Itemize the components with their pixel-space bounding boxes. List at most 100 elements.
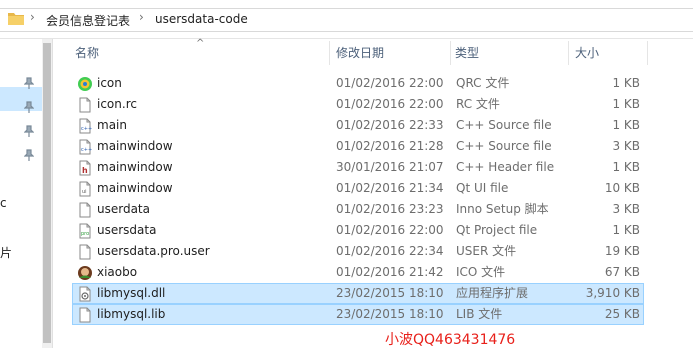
- file-row[interactable]: c++ mainwindow 01/02/2016 21:28 C++ Source …: [72, 136, 644, 157]
- ico-image-icon: [78, 266, 92, 280]
- generic-file-icon: [79, 202, 91, 218]
- svg-text:c++: c++: [81, 126, 92, 132]
- cpp-source-icon: c++: [79, 118, 92, 134]
- column-divider[interactable]: [647, 41, 648, 65]
- file-modified-date: 01/02/2016 22:00: [336, 76, 444, 90]
- nav-item-label[interactable]: 片: [0, 244, 12, 261]
- file-name: main: [97, 118, 127, 132]
- file-type: LIB 文件: [456, 307, 503, 321]
- generic-file-icon: [79, 244, 91, 260]
- qt-ui-icon: ui: [79, 181, 91, 197]
- svg-text:c++: c++: [81, 147, 92, 153]
- file-size: 3 KB: [612, 139, 640, 153]
- file-row[interactable]: c++ main 01/02/2016 22:33 C++ Source file 1 …: [72, 115, 644, 136]
- file-modified-date: 30/01/2016 21:07: [336, 160, 444, 174]
- file-type: 应用程序扩展: [456, 286, 529, 300]
- scrollbar-thumb[interactable]: [43, 43, 51, 343]
- file-type: C++ Source file: [456, 139, 552, 153]
- breadcrumb-item-parent[interactable]: 会员信息登记表: [46, 12, 130, 29]
- file-name: usersdata.pro.user: [97, 244, 210, 258]
- file-name: icon.rc: [97, 97, 137, 111]
- file-size: 10 KB: [604, 181, 640, 195]
- dll-file-icon: [79, 286, 91, 302]
- breadcrumb[interactable]: › 会员信息登记表 › usersdata-code: [0, 8, 693, 32]
- file-row[interactable]: icon.rc 01/02/2016 22:00 RC 文件 1 KB: [72, 94, 644, 115]
- file-row[interactable]: ui mainwindow 01/02/2016 21:34 Qt UI file 10…: [72, 178, 644, 199]
- file-size: 1 KB: [612, 223, 640, 237]
- svg-text:ui: ui: [82, 189, 87, 195]
- breadcrumb-item-current[interactable]: usersdata-code: [155, 12, 248, 26]
- file-size: 3,910 KB: [585, 286, 640, 300]
- file-name: mainwindow: [97, 139, 173, 153]
- file-name: libmysql.lib: [97, 307, 166, 321]
- qt-project-icon: pro: [79, 223, 91, 239]
- pin-icon[interactable]: [24, 149, 34, 161]
- file-size: 1 KB: [612, 160, 640, 174]
- file-modified-date: 23/02/2015 18:10: [336, 307, 444, 321]
- pane-divider[interactable]: [52, 39, 53, 348]
- chevron-right-icon[interactable]: ›: [139, 10, 144, 24]
- file-size: 19 KB: [604, 244, 640, 258]
- file-size: 3 KB: [612, 202, 640, 216]
- file-modified-date: 01/02/2016 23:23: [336, 202, 444, 216]
- generic-file-icon: [79, 307, 91, 323]
- column-header-date[interactable]: 修改日期: [332, 39, 450, 67]
- file-type: QRC 文件: [456, 76, 510, 90]
- file-type: RC 文件: [456, 97, 500, 111]
- sort-ascending-icon: ^: [196, 38, 205, 49]
- cpp-header-icon: h: [79, 160, 91, 176]
- file-modified-date: 01/02/2016 22:00: [336, 223, 444, 237]
- file-row[interactable]: libmysql.lib 23/02/2015 18:10 LIB 文件 25 KB: [72, 304, 644, 325]
- file-modified-date: 01/02/2016 22:33: [336, 118, 444, 132]
- file-size: 1 KB: [612, 118, 640, 132]
- file-modified-date: 01/02/2016 21:42: [336, 265, 444, 279]
- folder-icon: [8, 13, 24, 25]
- file-modified-date: 01/02/2016 21:28: [336, 139, 444, 153]
- file-row[interactable]: usersdata.pro.user 01/02/2016 22:34 USER 文…: [72, 241, 644, 262]
- column-header-type[interactable]: 类型: [451, 39, 568, 67]
- file-modified-date: 01/02/2016 21:34: [336, 181, 444, 195]
- file-row[interactable]: h mainwindow 30/01/2016 21:07 C++ Header fi…: [72, 157, 644, 178]
- file-type: Qt Project file: [456, 223, 538, 237]
- column-header-size[interactable]: 大小: [571, 39, 647, 67]
- file-type: Inno Setup 脚本: [456, 202, 549, 216]
- file-name: usersdata: [97, 223, 157, 237]
- pin-icon[interactable]: [24, 77, 34, 89]
- svg-text:h: h: [82, 166, 88, 175]
- nav-scrollbar[interactable]: [42, 39, 52, 348]
- file-modified-date: 01/02/2016 22:34: [336, 244, 444, 258]
- watermark-text: 小波QQ463431476: [385, 332, 516, 348]
- file-type: C++ Header file: [456, 160, 555, 174]
- column-divider[interactable]: [329, 41, 330, 65]
- column-divider[interactable]: [568, 41, 569, 65]
- svg-text:pro: pro: [81, 231, 89, 237]
- file-modified-date: 01/02/2016 22:00: [336, 97, 444, 111]
- file-name: mainwindow: [97, 181, 173, 195]
- file-name: icon: [97, 76, 122, 90]
- file-type: USER 文件: [456, 244, 517, 258]
- pin-icon[interactable]: [24, 125, 34, 137]
- file-name: mainwindow: [97, 160, 173, 174]
- file-type: C++ Source file: [456, 118, 552, 132]
- nav-item-label[interactable]: c: [0, 196, 7, 210]
- column-header: 名称 修改日期 类型 大小: [53, 39, 693, 67]
- file-size: 1 KB: [612, 76, 640, 90]
- file-row[interactable]: xiaobo 01/02/2016 21:42 ICO 文件 67 KB: [72, 262, 644, 283]
- file-modified-date: 23/02/2015 18:10: [336, 286, 444, 300]
- cpp-source-icon: c++: [79, 139, 92, 155]
- address-bar: › 会员信息登记表 › usersdata-code: [0, 0, 693, 39]
- file-row[interactable]: pro usersdata 01/02/2016 22:00 Qt Project f…: [72, 220, 644, 241]
- file-row[interactable]: userdata 01/02/2016 23:23 Inno Setup 脚本 3 K…: [72, 199, 644, 220]
- file-size: 67 KB: [604, 265, 640, 279]
- file-type: Qt UI file: [456, 181, 509, 195]
- chevron-right-icon[interactable]: ›: [30, 10, 35, 24]
- file-row[interactable]: icon 01/02/2016 22:00 QRC 文件 1 KB: [72, 73, 644, 94]
- qt-resource-icon: [78, 77, 92, 91]
- pin-icon[interactable]: [24, 101, 34, 113]
- nav-selected-item[interactable]: [0, 87, 42, 111]
- file-name: userdata: [97, 202, 150, 216]
- file-row[interactable]: libmysql.dll 23/02/2015 18:10 应用程序扩展 3,910 …: [72, 283, 644, 304]
- file-size: 1 KB: [612, 97, 640, 111]
- file-type: ICO 文件: [456, 265, 506, 279]
- file-size: 25 KB: [604, 307, 640, 321]
